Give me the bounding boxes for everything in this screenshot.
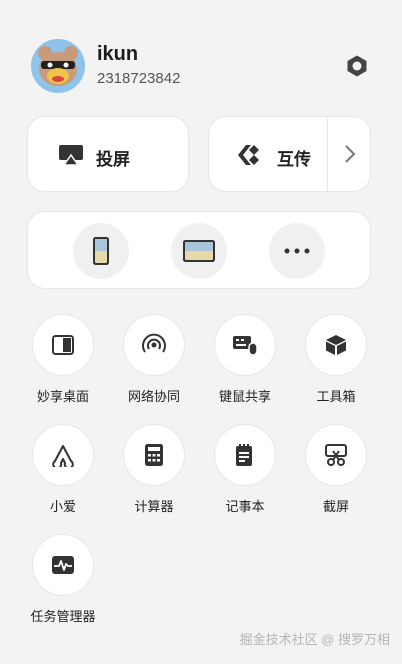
tool-xiaoai-circle [32,424,94,486]
tool-keyboard-mouse[interactable]: 键鼠共享 [205,314,285,408]
network-collab-icon [142,333,166,353]
tablet-device-button[interactable] [171,223,227,279]
tool-screenshot-circle [305,424,367,486]
tool-label: 小爱 [49,499,76,514]
tool-label: 计算器 [134,499,174,514]
screen-cast-icon [59,145,83,166]
desktop-share-icon [52,335,74,355]
tool-label: 工具箱 [316,389,356,404]
user-header: ikun 2318723842 [31,39,371,95]
tool-task-manager-circle [32,534,94,596]
tool-label: 任务管理器 [30,609,96,624]
user-name: ikun [97,43,139,65]
transfer-more-button[interactable] [328,117,372,191]
more-devices-button[interactable] [269,223,325,279]
transfer-label: 互传 [277,150,311,169]
phone-icon [93,237,109,265]
tool-label: 妙享桌面 [36,389,89,404]
xiaoai-icon [52,445,74,467]
avatar[interactable] [31,39,85,93]
settings-hexagon-icon [347,55,367,77]
phone-device-button[interactable] [73,223,129,279]
user-id: 2318723842 [97,70,181,87]
tool-calculator-circle [123,424,185,486]
transfer-icon [238,145,259,165]
tool-label: 网络协同 [127,389,180,404]
tool-calculator[interactable]: 计算器 [114,424,194,518]
notepad-icon [236,444,252,466]
tool-toolbox-circle [305,314,367,376]
screenshot-icon [325,444,347,466]
tool-label: 记事本 [225,499,265,514]
tool-task-manager[interactable]: 任务管理器 [23,534,103,628]
tool-label: 键鼠共享 [218,389,271,404]
tool-toolbox[interactable]: 工具箱 [296,314,376,408]
device-list-card [27,211,371,289]
tool-keyboard-mouse-circle [214,314,276,376]
settings-button[interactable] [343,52,371,80]
tool-notepad[interactable]: 记事本 [205,424,285,518]
screen-cast-label: 投屏 [96,150,130,169]
transfer-button[interactable]: 互传 [209,117,327,191]
toolbox-icon [326,335,346,355]
chevron-right-icon [345,145,356,163]
tool-desktop-share-circle [32,314,94,376]
more-dots-icon [284,248,310,254]
task-manager-icon [52,556,74,574]
tablet-icon [183,240,215,262]
tool-screenshot[interactable]: 截屏 [296,424,376,518]
tool-desktop-share[interactable]: 妙享桌面 [23,314,103,408]
screen-cast-button[interactable]: 投屏 [27,116,189,192]
watermark: 掘金技术社区 @ 搜罗万相 [239,632,390,647]
calculator-icon [145,444,163,466]
transfer-card: 互传 [208,116,371,192]
keyboard-mouse-icon [233,336,258,356]
tool-label: 截屏 [322,499,349,514]
tool-xiaoai[interactable]: 小爱 [23,424,103,518]
tool-network-collab[interactable]: 网络协同 [114,314,194,408]
tool-network-collab-circle [123,314,185,376]
tool-notepad-circle [214,424,276,486]
